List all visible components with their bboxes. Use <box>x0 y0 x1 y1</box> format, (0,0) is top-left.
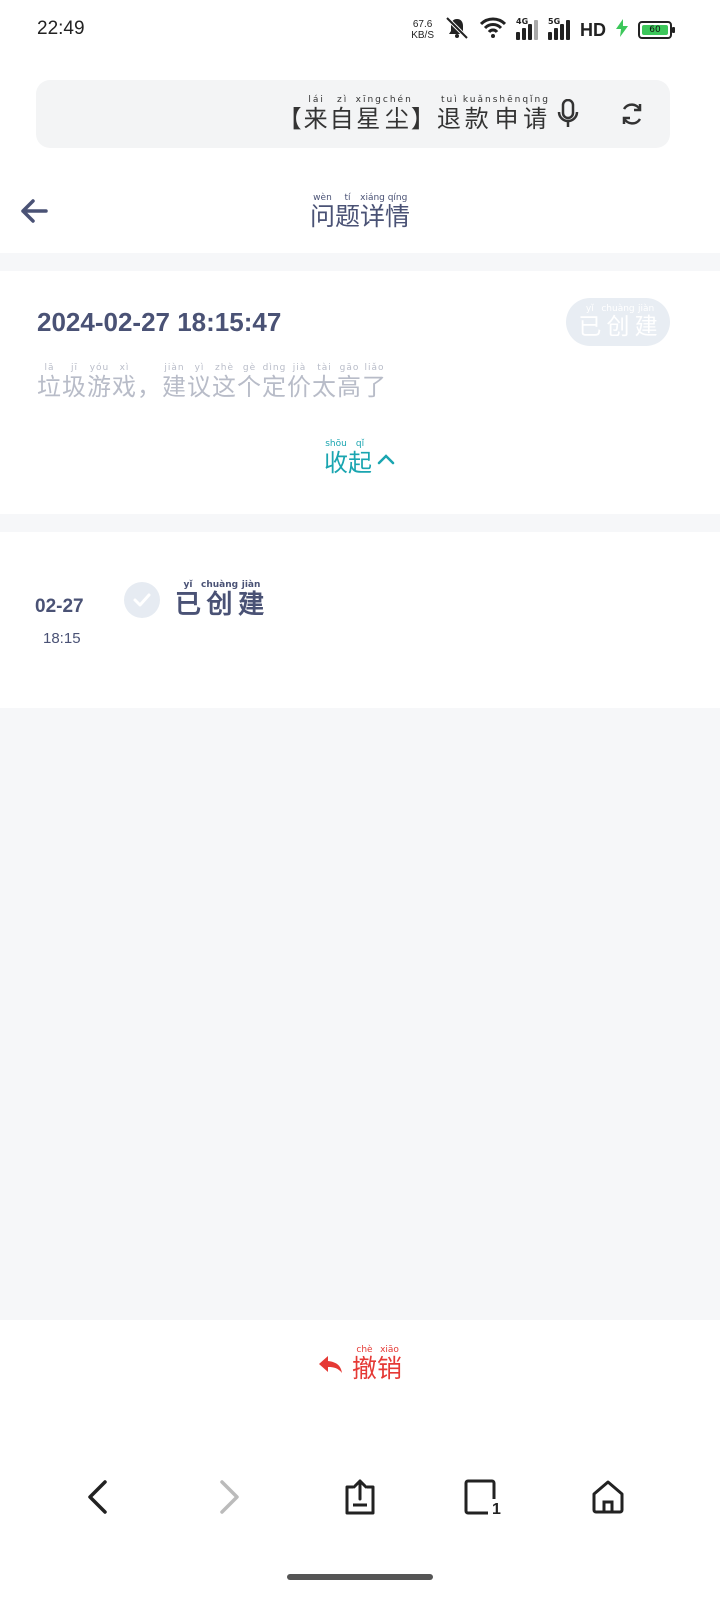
hd-label: HD <box>580 19 606 40</box>
url-title-source-char: 尘chén <box>382 94 413 133</box>
mute-icon <box>444 16 470 44</box>
issue-datetime: 2024-02-27 18:15:47 <box>37 307 282 337</box>
timeline-status-char: 建jiàn <box>238 580 265 620</box>
url-title-source: 来lái自zì星xīng尘chén <box>303 94 413 133</box>
progress-timeline: 02-27 18:15 已yǐ创chuàng建jiàn <box>0 532 720 708</box>
status-badge-char: 创chuàng <box>601 303 635 340</box>
timeline-date: 02-27 <box>35 596 84 617</box>
revoke-button[interactable]: 撤chè销xiāo <box>0 1345 720 1385</box>
home-icon[interactable] <box>584 1473 632 1521</box>
browser-url-bar[interactable]: 【来lái自zì星xīng尘chén】退tuì款kuǎn申shēn请qǐng <box>36 80 670 148</box>
status-icons: 67.6 KB/S 4G 5G HD 60 <box>411 16 675 44</box>
page-header: 问wèn题tí详xiáng情qíng <box>0 175 720 253</box>
page-title-char: 详xiáng <box>360 193 386 231</box>
issue-description-char: 垃lā <box>37 363 62 401</box>
url-title-bracket-open: 【 <box>277 104 304 133</box>
tab-count: 1 <box>492 1501 501 1516</box>
url-title-main: 退tuì款kuǎn申shēn请qǐng <box>436 94 550 133</box>
page-title: 问wèn题tí详xiáng情qíng <box>0 193 720 233</box>
revoke-label-char: 撤chè <box>351 1345 377 1383</box>
divider <box>0 253 720 271</box>
microphone-icon[interactable] <box>550 96 586 132</box>
status-badge-char: 已yǐ <box>578 303 602 340</box>
revoke-label: 撤chè销xiāo <box>352 1345 402 1385</box>
issue-description-char: 价jià <box>287 363 312 401</box>
timeline-status-char: 创chuàng <box>201 580 239 620</box>
url-title-text: 【来lái自zì星xīng尘chén】退tuì款kuǎn申shēn请qǐng <box>278 95 550 134</box>
issue-description-char: 太tài <box>312 363 337 401</box>
issue-description-char: 游yóu <box>87 363 112 401</box>
issue-detail-card: 2024-02-27 18:15:47 已yǐ 创chuàng 建jiàn 垃lā圾… <box>0 271 720 514</box>
url-title-bracket-close: 】 <box>410 104 437 133</box>
charging-icon <box>616 19 628 41</box>
page-title-char: 题tí <box>334 193 360 231</box>
issue-description-char: 这zhè <box>212 363 237 401</box>
browser-bottom-nav: 1 <box>0 1465 720 1529</box>
divider <box>0 514 720 532</box>
timeline-time: 18:15 <box>43 630 81 647</box>
check-icon <box>124 582 160 618</box>
chevron-up-icon <box>377 453 395 464</box>
url-title-source-char: 星xīng <box>355 94 383 133</box>
signal-4g-icon: 4G <box>516 17 538 40</box>
url-title-main-char: 申shēn <box>492 94 523 133</box>
issue-description-char: 了liǎo <box>362 363 387 401</box>
url-title-source-char: 自zì <box>329 94 356 133</box>
issue-description-char: 戏xì <box>112 363 137 401</box>
wifi-icon <box>479 17 507 43</box>
battery-level: 60 <box>642 25 668 35</box>
status-badge-char: 建jiàn <box>634 303 658 340</box>
signal-5g-label: 5G <box>548 17 561 26</box>
share-icon[interactable] <box>336 1473 384 1521</box>
issue-description-char: 个gè <box>237 363 262 401</box>
collapse-label-char: 收shōu <box>324 439 348 477</box>
status-badge: 已yǐ 创chuàng 建jiàn <box>566 298 670 346</box>
revoke-label-char: 销xiāo <box>377 1345 403 1383</box>
issue-description-char: ， <box>137 373 162 401</box>
net-speed-value: 67.6 <box>412 19 433 30</box>
collapse-button[interactable]: 收shōu起qǐ <box>0 439 720 478</box>
url-title-main-char: 请qǐng <box>522 94 550 133</box>
issue-description-char: 定dìng <box>262 363 287 401</box>
issue-description-char: 建jiàn <box>162 363 187 401</box>
back-arrow-icon[interactable] <box>74 1473 122 1521</box>
page-title-char: 问wèn <box>309 193 335 231</box>
home-indicator[interactable] <box>287 1574 433 1580</box>
signal-5g-icon: 5G <box>548 17 570 40</box>
url-title-source-char: 来lái <box>303 94 330 133</box>
status-bar: 22:49 67.6 KB/S 4G 5G HD 60 <box>0 0 720 60</box>
undo-icon <box>318 1356 342 1373</box>
issue-description-char: 高gāo <box>337 363 362 401</box>
forward-arrow-icon[interactable] <box>205 1473 253 1521</box>
url-title-main-char: 退tuì <box>436 94 463 133</box>
issue-description: 垃lā圾jī游yóu戏xì，建jiàn议yì这zhè个gè定dìng价jià太t… <box>37 363 387 402</box>
content-background <box>0 708 720 1320</box>
timeline-status-char: 已yǐ <box>175 580 202 620</box>
url-title-main-char: 款kuǎn <box>462 94 493 133</box>
net-speed: 67.6 KB/S <box>411 19 434 41</box>
issue-description-char: 议yì <box>187 363 212 401</box>
refresh-icon[interactable] <box>614 96 650 132</box>
net-speed-unit: KB/S <box>411 30 434 41</box>
timeline-status: 已yǐ创chuàng建jiàn <box>175 580 264 621</box>
status-time: 22:49 <box>37 18 85 39</box>
tabs-icon[interactable]: 1 <box>458 1473 506 1521</box>
page-title-char: 情qíng <box>385 193 411 231</box>
issue-description-char: 圾jī <box>62 363 87 401</box>
battery-icon: 60 <box>638 21 675 39</box>
signal-4g-label: 4G <box>516 17 529 26</box>
url-title[interactable]: 【来lái自zì星xīng尘chén】退tuì款kuǎn申shēn请qǐng <box>36 80 550 148</box>
collapse-label: 收shōu起qǐ <box>324 439 372 478</box>
collapse-label-char: 起qǐ <box>348 439 372 477</box>
